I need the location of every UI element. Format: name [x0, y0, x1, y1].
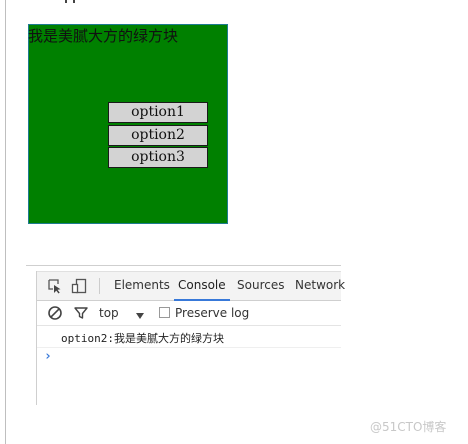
green-box[interactable]: 我是美腻大方的绿方块 option1 option2 option3	[28, 24, 228, 224]
device-toolbar-icon[interactable]	[71, 278, 87, 294]
tab-elements[interactable]: Elements	[114, 272, 170, 300]
green-box-title: 我是美腻大方的绿方块	[28, 27, 179, 45]
console-log-message: option2:我是美腻大方的绿方块	[37, 327, 341, 348]
inspect-element-icon[interactable]	[47, 278, 63, 294]
tab-network[interactable]: Network	[295, 272, 345, 300]
option-2-item[interactable]: option2	[108, 125, 208, 146]
tab-console[interactable]: Console	[174, 272, 230, 301]
tab-sources[interactable]: Sources	[237, 272, 284, 300]
console-log-text: option2:我是美腻大方的绿方块	[61, 332, 224, 345]
console-prompt[interactable]: ›	[44, 349, 52, 364]
console-toolbar: top Preserve log	[37, 301, 341, 326]
clear-console-icon[interactable]	[47, 305, 63, 321]
preserve-log-checkbox[interactable]	[159, 307, 170, 318]
preserve-log-label: Preserve log	[175, 306, 250, 320]
context-selector[interactable]: top	[99, 305, 119, 321]
option-1-item[interactable]: option1	[108, 102, 208, 123]
filter-icon[interactable]	[73, 305, 89, 321]
option-3-item[interactable]: option3	[108, 147, 208, 168]
tab-separator	[99, 278, 100, 294]
page-left-border	[5, 0, 6, 444]
watermark: @51CTO博客	[370, 420, 447, 434]
devtools-panel: Elements Console Sources Network top Pre…	[26, 265, 345, 405]
cropped-text-fragment	[65, 0, 75, 4]
devtools-top-divider	[26, 265, 341, 266]
dropdown-arrow-icon[interactable]	[134, 307, 146, 319]
devtools-tabbar: Elements Console Sources Network	[37, 272, 345, 301]
